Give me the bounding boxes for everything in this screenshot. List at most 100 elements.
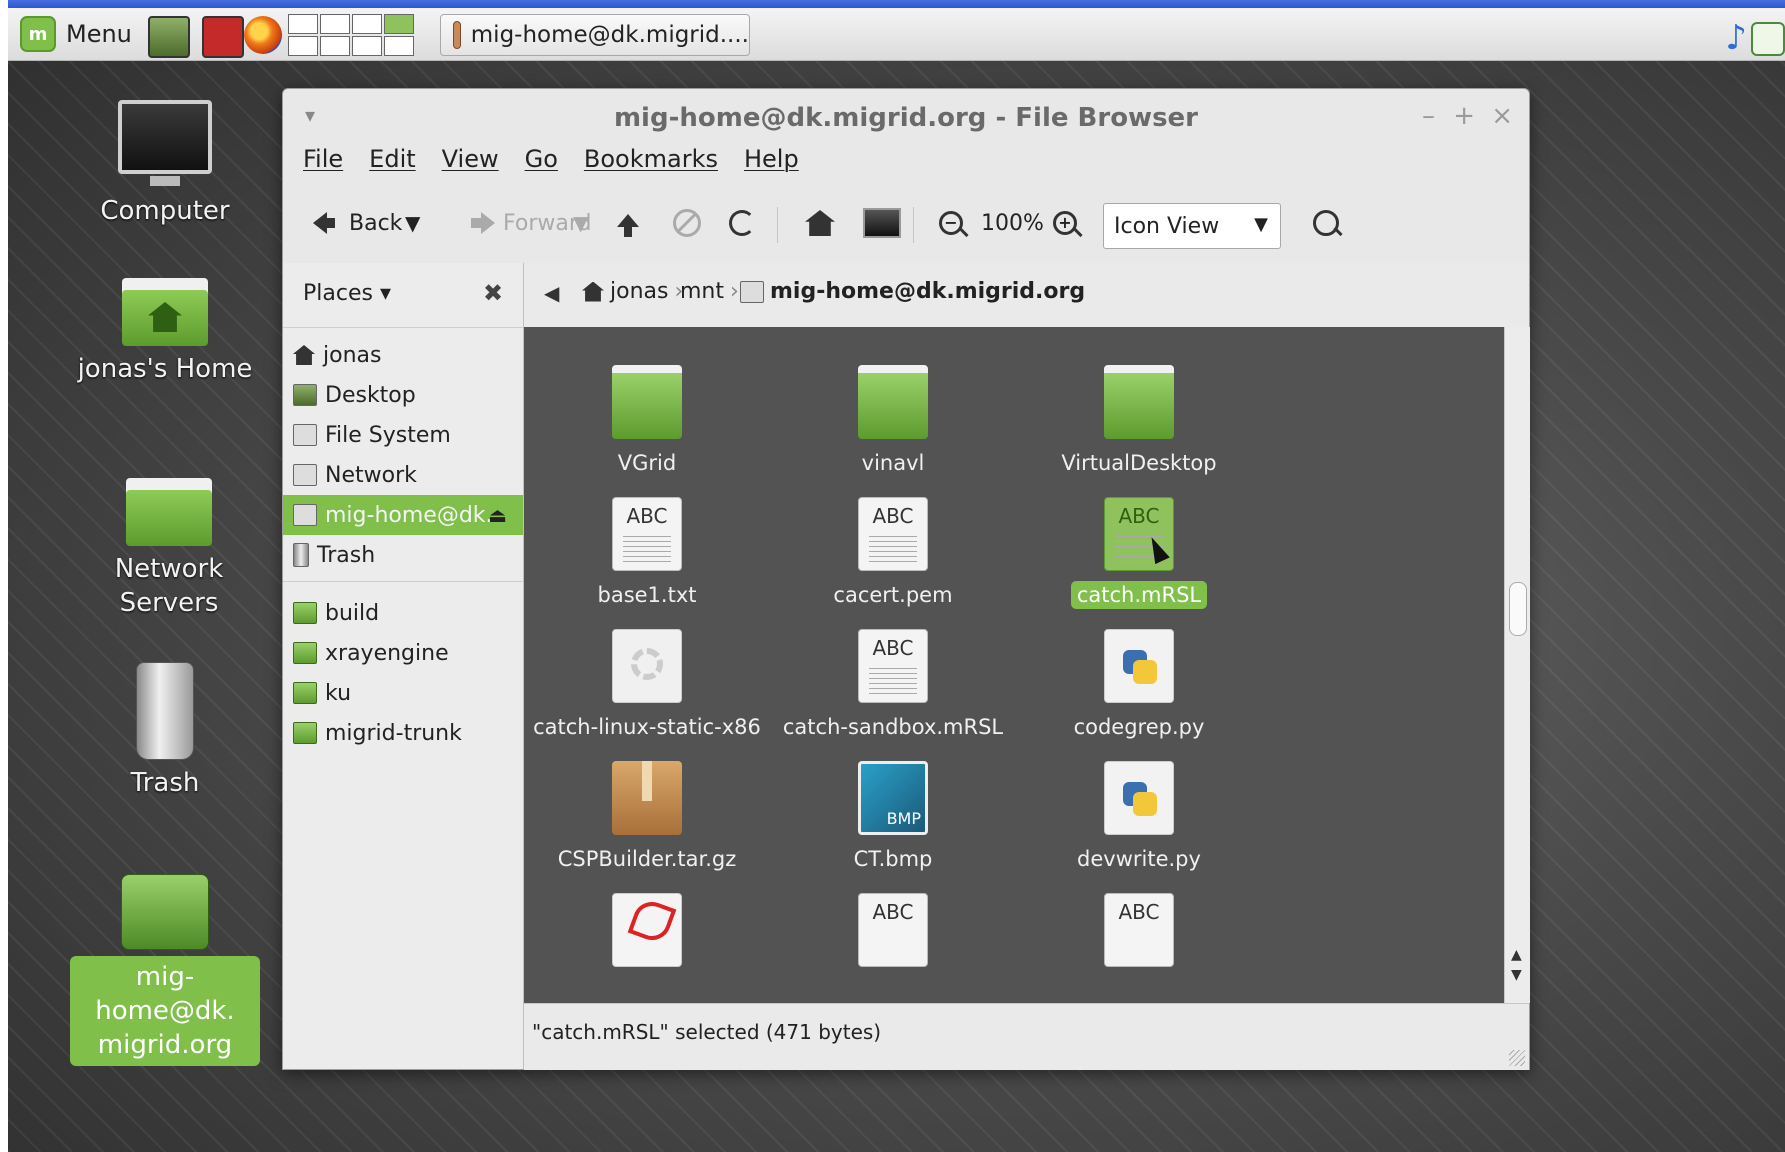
path-scroll-left-icon[interactable]: ◀ xyxy=(544,281,559,305)
workspace-1[interactable] xyxy=(288,14,318,34)
file-name: codegrep.py xyxy=(1073,715,1205,739)
archive-icon xyxy=(612,761,682,835)
file-item[interactable]: CSPBuilder.tar.gz xyxy=(524,761,770,873)
forward-history-dropdown[interactable]: ▼ xyxy=(573,203,588,243)
network-tray-icon[interactable] xyxy=(1751,22,1785,56)
breadcrumb-jonas[interactable]: jonas › xyxy=(582,279,683,304)
menu-go[interactable]: Go xyxy=(525,145,558,185)
back-label: Back xyxy=(349,210,403,236)
up-button[interactable] xyxy=(617,203,639,243)
menu-view[interactable]: View xyxy=(442,145,499,185)
network-servers-icon xyxy=(126,472,212,546)
stop-button[interactable] xyxy=(673,203,701,243)
zoom-out-button[interactable]: − xyxy=(939,203,963,243)
places-dropdown[interactable]: Places ▾ xyxy=(303,281,391,306)
file-name: catch.mRSL xyxy=(1070,581,1208,609)
breadcrumb-mig-home[interactable]: mig-home@dk.migrid.org xyxy=(740,279,1085,304)
drive-icon xyxy=(121,874,209,950)
sidebar-item-desktop[interactable]: Desktop xyxy=(283,375,523,415)
file-item[interactable]: VGrid xyxy=(524,365,770,477)
menu-help[interactable]: Help xyxy=(744,145,799,185)
workspace-4[interactable] xyxy=(384,14,414,34)
back-history-dropdown[interactable]: ▼ xyxy=(405,203,420,243)
desktop-icon-home[interactable]: jonas's Home xyxy=(70,272,260,386)
computer-icon xyxy=(118,100,212,186)
taskbar-window-button[interactable]: mig-home@dk.migrid.... xyxy=(440,14,750,56)
close-sidebar-icon[interactable]: ✖ xyxy=(483,279,503,307)
view-mode-select[interactable]: Icon View ▼ xyxy=(1103,203,1281,249)
workspace-2[interactable] xyxy=(320,14,350,34)
sidebar-item-mig-home[interactable]: mig-home@dk... ⏏ xyxy=(283,495,523,535)
sidebar-item-file-system[interactable]: File System xyxy=(283,415,523,455)
file-item[interactable]: ABC cacert.pem xyxy=(770,497,1016,609)
workspace-5[interactable] xyxy=(288,36,318,56)
breadcrumb-label: mig-home@dk.migrid.org xyxy=(770,279,1086,304)
file-item[interactable]: BMP CT.bmp xyxy=(770,761,1016,873)
scrollbar-thumb[interactable] xyxy=(1509,582,1527,636)
desktop-icon-network-servers[interactable]: Network Servers xyxy=(64,472,274,620)
menu-button[interactable]: m Menu xyxy=(20,14,132,54)
desktop-icon-computer[interactable]: Computer xyxy=(70,100,260,228)
scroll-down-icon[interactable]: ▼ xyxy=(1511,967,1522,983)
minimize-button[interactable]: – xyxy=(1422,101,1435,131)
resize-grip-icon[interactable] xyxy=(1509,1050,1525,1066)
file-item[interactable]: ABC catch-sandbox.mRSL xyxy=(770,629,1016,741)
menu-bookmarks[interactable]: Bookmarks xyxy=(584,145,718,185)
file-item[interactable]: ABC base1.txt xyxy=(524,497,770,609)
reload-button[interactable] xyxy=(729,203,755,243)
workspace-7[interactable] xyxy=(352,36,382,56)
workspace-8[interactable] xyxy=(384,36,414,56)
sidebar-item-label: migrid-trunk xyxy=(325,720,462,746)
breadcrumb-mnt[interactable]: mnt › xyxy=(680,279,739,304)
drive-icon xyxy=(293,504,317,526)
sidebar-item-network[interactable]: Network xyxy=(283,455,523,495)
icon-text: ABC xyxy=(872,504,914,528)
file-item[interactable] xyxy=(524,893,770,967)
show-desktop-icon[interactable] xyxy=(148,16,190,58)
desktop-icon-trash[interactable]: Trash xyxy=(70,662,260,800)
music-note-icon[interactable]: ♪ xyxy=(1725,18,1747,58)
home-button[interactable] xyxy=(805,203,835,243)
workspace-6[interactable] xyxy=(320,36,350,56)
maximize-button[interactable]: + xyxy=(1453,101,1475,131)
vertical-scrollbar[interactable]: ▲ ▼ xyxy=(1504,327,1530,1003)
titlebar[interactable]: ▾ mig-home@dk.migrid.org - File Browser … xyxy=(283,89,1529,145)
sidebar-bookmark-xrayengine[interactable]: xrayengine xyxy=(283,633,523,673)
folder-icon xyxy=(293,642,317,664)
sidebar-item-jonas[interactable]: jonas xyxy=(283,335,523,375)
sidebar-bookmark-migrid-trunk[interactable]: migrid-trunk xyxy=(283,713,523,753)
zoom-level[interactable]: 100% xyxy=(981,203,1044,243)
home-folder-icon xyxy=(122,272,208,346)
mint-logo-icon: m xyxy=(20,16,56,52)
desktop-icon-mounted-drive[interactable]: mig-home@dk. migrid.org xyxy=(70,874,260,1066)
file-item[interactable]: ABC xyxy=(1016,893,1262,967)
file-item[interactable]: catch-linux-static-x86 xyxy=(524,629,770,741)
icon-view[interactable]: VGrid vinavl VirtualDesktop ABC base1.tx… xyxy=(524,327,1504,1003)
chevron-down-icon: ▼ xyxy=(1254,214,1268,235)
workspace-3[interactable] xyxy=(352,14,382,34)
terminal-icon[interactable] xyxy=(202,16,244,58)
search-button[interactable] xyxy=(1313,203,1339,243)
close-button[interactable]: × xyxy=(1491,101,1513,131)
file-item[interactable]: vinavl xyxy=(770,365,1016,477)
eject-icon[interactable]: ⏏ xyxy=(488,503,507,527)
firefox-icon[interactable] xyxy=(244,16,282,54)
file-item[interactable]: devwrite.py xyxy=(1016,761,1262,873)
menu-file[interactable]: File xyxy=(303,145,343,185)
scroll-up-icon[interactable]: ▲ xyxy=(1511,947,1522,963)
breadcrumb-label: jonas xyxy=(610,279,669,304)
toolbar: Back ▼ Forward ▼ − 100% + Icon View ▼ xyxy=(283,185,1529,264)
sidebar-bookmark-build[interactable]: build xyxy=(283,593,523,633)
menu-edit[interactable]: Edit xyxy=(369,145,415,185)
sidebar-bookmark-ku[interactable]: ku xyxy=(283,673,523,713)
file-item[interactable]: VirtualDesktop xyxy=(1016,365,1262,477)
zoom-in-button[interactable]: + xyxy=(1053,203,1077,243)
back-button[interactable]: Back xyxy=(313,203,402,243)
sidebar-item-label: xrayengine xyxy=(325,640,449,666)
file-item-selected[interactable]: ABC catch.mRSL xyxy=(1016,497,1262,609)
file-item[interactable]: ABC xyxy=(770,893,1016,967)
sidebar-item-trash[interactable]: Trash xyxy=(283,535,523,575)
computer-button[interactable] xyxy=(863,203,901,243)
file-item[interactable]: codegrep.py xyxy=(1016,629,1262,741)
forward-button[interactable]: Forward xyxy=(459,203,591,243)
